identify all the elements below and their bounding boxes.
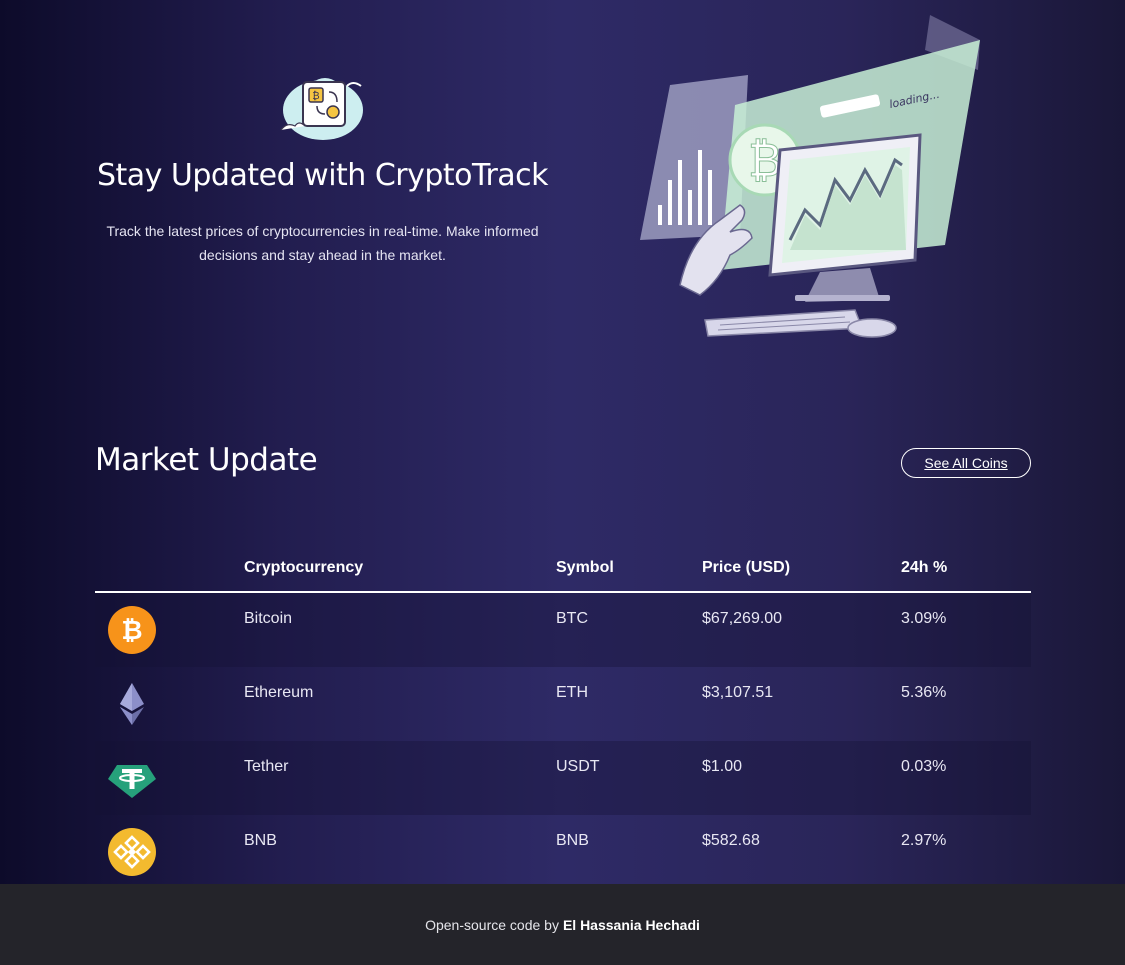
column-header-cryptocurrency: Cryptocurrency (244, 544, 556, 593)
coin-name: BNB (244, 832, 277, 849)
tether-icon (108, 765, 156, 798)
coin-24h-change: 2.97% (901, 832, 947, 849)
market-update-title: Market Update (95, 442, 318, 478)
hero-title: Stay Updated with CryptoTrack (96, 158, 549, 193)
coin-price: $3,107.51 (702, 684, 774, 701)
bitcoin-icon: ₿ (108, 606, 156, 654)
crypto-cloud-logo-icon: ₿ (273, 60, 373, 150)
page-footer: Open-source code by El Hassania Hechadi (0, 884, 1125, 965)
column-header-symbol: Symbol (556, 544, 702, 593)
coin-name: Ethereum (244, 684, 314, 701)
table-header-row: Cryptocurrency Symbol Price (USD) 24h % (95, 544, 1031, 593)
hero-text-block: ₿ Stay Updated with CryptoTrack Track th… (95, 60, 550, 267)
coin-24h-change: 0.03% (901, 758, 947, 775)
coin-symbol: USDT (556, 758, 600, 775)
crypto-price-table: Cryptocurrency Symbol Price (USD) 24h % … (95, 544, 1031, 889)
coin-price: $582.68 (702, 832, 760, 849)
coin-name: Tether (244, 758, 289, 775)
market-update-header: Market Update See All Coins (95, 438, 1031, 488)
coin-24h-change: 5.36% (901, 684, 947, 701)
coin-symbol: BNB (556, 832, 589, 849)
hero-description: Track the latest prices of cryptocurrenc… (106, 223, 539, 263)
bnb-icon (108, 828, 156, 876)
table-row[interactable]: BNB BNB $582.68 2.97% (95, 815, 1031, 889)
ethereum-icon (120, 683, 144, 725)
coin-name: Bitcoin (244, 610, 293, 627)
coin-price: $1.00 (702, 758, 743, 775)
footer-author-link[interactable]: El Hassania Hechadi (563, 917, 700, 933)
table-row[interactable]: ₿ Bitcoin BTC $67,269.00 3.09% (95, 592, 1031, 667)
column-header-price: Price (USD) (702, 544, 901, 593)
see-all-coins-button[interactable]: See All Coins (901, 448, 1031, 478)
coin-symbol: BTC (556, 610, 588, 627)
table-row[interactable]: Ethereum ETH $3,107.51 5.36% (95, 667, 1031, 741)
hero-section: ₿ Stay Updated with CryptoTrack Track th… (0, 0, 1125, 400)
table-row[interactable]: Tether USDT $1.00 0.03% (95, 741, 1031, 815)
svg-text:₿: ₿ (121, 616, 142, 646)
footer-credit-prefix: Open-source code by (425, 916, 559, 933)
column-header-24h-change: 24h % (901, 544, 1031, 593)
coin-24h-change: 3.09% (901, 610, 947, 627)
coin-symbol: ETH (556, 684, 588, 701)
column-header-icon (95, 544, 244, 593)
svg-text:₿: ₿ (312, 90, 319, 102)
coin-price: $67,269.00 (702, 610, 783, 627)
crypto-computer-illustration: loading... ₿ (640, 10, 985, 345)
